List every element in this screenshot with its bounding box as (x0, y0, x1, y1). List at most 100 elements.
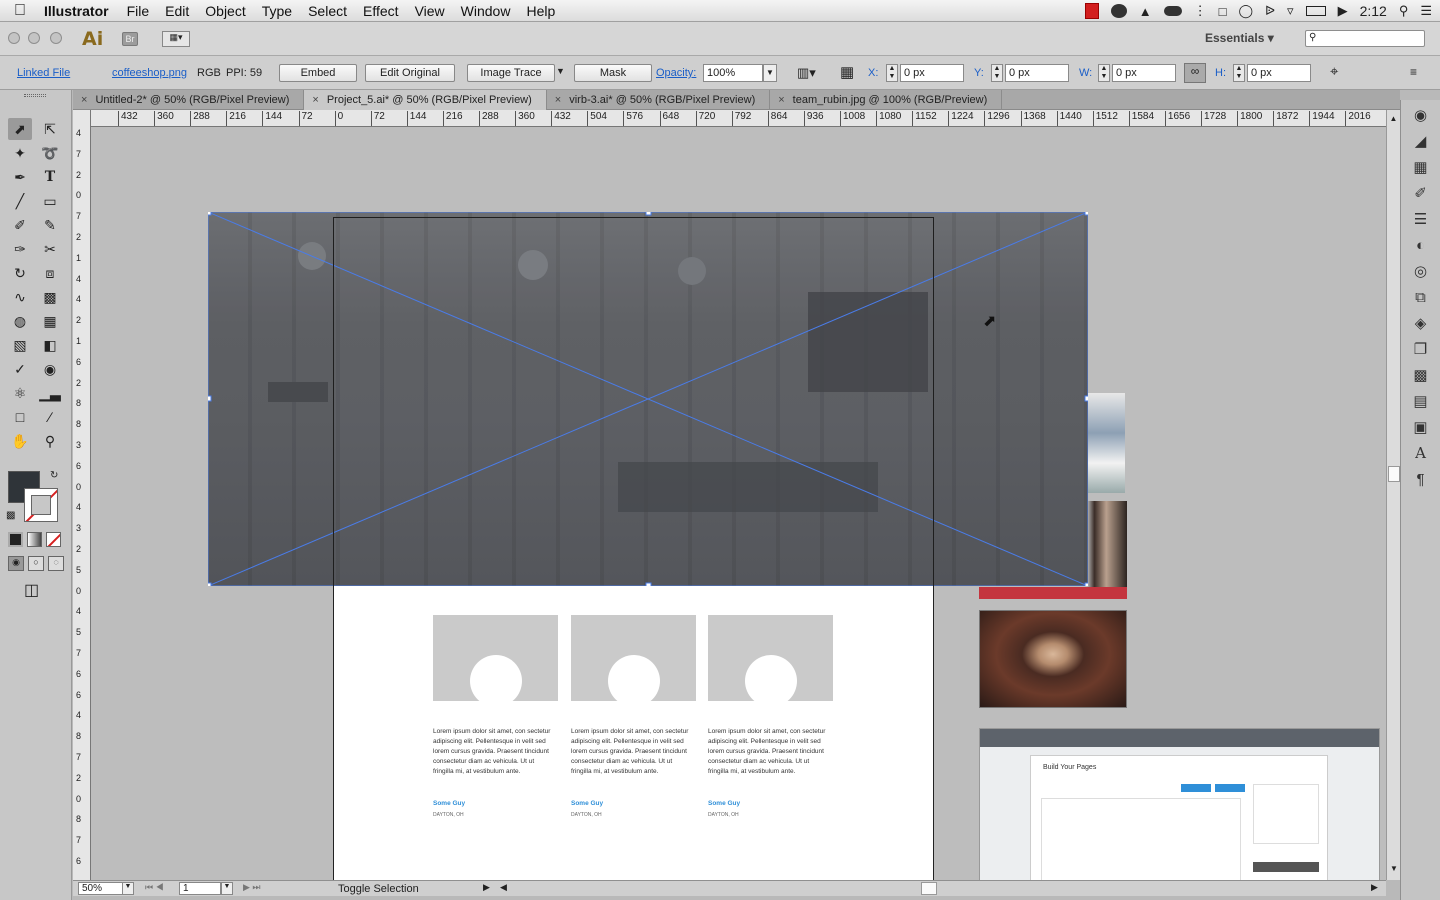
swatches-icon[interactable]: ▦ (1407, 156, 1435, 178)
app-menu[interactable]: Illustrator (40, 3, 119, 19)
flame-icon[interactable]: ▲ (1139, 4, 1152, 19)
panel-grip[interactable] (24, 94, 46, 97)
shape-builder-tool-icon[interactable]: ◍ (8, 310, 32, 332)
zoom-level-input[interactable]: 50% (78, 882, 124, 895)
menu-object[interactable]: Object (197, 3, 253, 19)
rotate-tool-icon[interactable]: ↻ (8, 262, 32, 284)
embed-button[interactable]: Embed (279, 64, 357, 82)
screen-mode-icon[interactable]: ◫ (24, 580, 39, 600)
eyedropper-tool-icon[interactable]: ✓ (8, 358, 32, 380)
artboard-tool-icon[interactable]: □ (8, 406, 32, 428)
w-input[interactable]: 0 px (1112, 64, 1176, 82)
hand-tool-icon[interactable]: ✋ (8, 430, 32, 452)
canvas-area[interactable]: Lorem ipsum dolor sit amet, con sectetur… (91, 127, 1386, 880)
tab-project-5[interactable]: × Project_5.ai* @ 50% (RGB/Pixel Preview) (304, 90, 547, 110)
card-image-placeholder[interactable] (571, 615, 696, 707)
vertical-scrollbar[interactable]: ▲ ▼ (1386, 110, 1400, 880)
menu-file[interactable]: File (119, 3, 158, 19)
spotlight-icon[interactable]: ⚲ (1399, 3, 1409, 19)
minimize-window-button[interactable] (28, 32, 40, 44)
status-menu-icon[interactable]: ▶ (483, 882, 490, 893)
direct-selection-tool-icon[interactable]: ⇱ (38, 118, 62, 140)
transform-icon[interactable]: ⌖ (1330, 63, 1338, 80)
type-tool-icon[interactable]: T (38, 166, 62, 188)
portrait-photo-image[interactable] (979, 610, 1127, 708)
close-tab-icon[interactable]: × (312, 94, 318, 106)
h-input[interactable]: 0 px (1247, 64, 1311, 82)
blend-tool-icon[interactable]: ◉ (38, 358, 62, 380)
workspace-switcher[interactable]: Essentials ▾ (1205, 31, 1274, 45)
help-search-input[interactable]: ⚲ (1305, 30, 1425, 47)
scroll-left-icon[interactable]: ◀ (500, 882, 507, 893)
paintbrush-tool-icon[interactable]: ✐ (8, 214, 32, 236)
character-icon[interactable]: A (1407, 442, 1435, 464)
color-icon[interactable]: ◢ (1407, 130, 1435, 152)
default-colors-icon[interactable]: ▩ (6, 510, 15, 521)
scale-tool-icon[interactable]: ⧈ (38, 262, 62, 284)
pen-tool-icon[interactable]: ✒ (8, 166, 32, 188)
opacity-dropdown-icon[interactable]: ▼ (763, 64, 777, 82)
bridge-button[interactable]: Br (122, 32, 138, 46)
stroke-swatch[interactable] (24, 488, 58, 522)
mesh-tool-icon[interactable]: ▧ (8, 334, 32, 356)
menu-effect[interactable]: Effect (355, 3, 407, 19)
h-stepper[interactable]: ▲ ▼ (1233, 64, 1245, 82)
notification-icon[interactable]: ☰ (1420, 3, 1432, 19)
edit-original-button[interactable]: Edit Original (365, 64, 455, 82)
color-mode-icon[interactable] (8, 532, 23, 547)
swap-colors-icon[interactable]: ↻ (50, 470, 58, 481)
gradient-icon[interactable]: ◐ (1407, 234, 1435, 256)
tab-team-rubin[interactable]: × team_rubin.jpg @ 100% (RGB/Preview) (770, 90, 1003, 110)
menu-edit[interactable]: Edit (157, 3, 197, 19)
graphic-styles-icon[interactable]: ⧉ (1407, 286, 1435, 308)
cloud-icon[interactable] (1163, 6, 1182, 16)
zoom-tool-icon[interactable]: ⚲ (38, 430, 62, 452)
close-window-button[interactable] (8, 32, 20, 44)
x-stepper[interactable]: ▲ ▼ (886, 64, 898, 82)
bluetooth-dots-icon[interactable]: ⋮ (1194, 3, 1207, 19)
pencil-tool-icon[interactable]: ✎ (38, 214, 62, 236)
tab-untitled-2[interactable]: × Untitled-2* @ 50% (RGB/Pixel Preview) (73, 90, 305, 110)
layers-icon[interactable]: ◈ (1407, 312, 1435, 334)
paragraph-icon[interactable]: ¶ (1407, 468, 1435, 490)
pathfinder-icon[interactable]: ▣ (1407, 416, 1435, 438)
scroll-right-icon[interactable]: ▶ (1371, 882, 1378, 893)
scroll-thumb[interactable] (1388, 466, 1400, 482)
opacity-label[interactable]: Opacity: (656, 67, 696, 79)
warp-tool-icon[interactable]: ∿ (8, 286, 32, 308)
scroll-up-icon[interactable]: ▲ (1387, 114, 1400, 123)
scissors-tool-icon[interactable]: ✂ (38, 238, 62, 260)
horizontal-ruler[interactable]: 432 360 288 216 144 72 0 72 144 216 288 360 432 504 57… (91, 110, 1386, 127)
zoom-window-button[interactable] (50, 32, 62, 44)
free-transform-tool-icon[interactable]: ▩ (38, 286, 62, 308)
lasso-tool-icon[interactable]: ➰ (38, 142, 62, 164)
draw-normal-icon[interactable]: ◉ (8, 556, 24, 571)
airplay-icon[interactable]: □ (1219, 4, 1227, 19)
status-message[interactable]: Toggle Selection (338, 883, 419, 895)
horizontal-scroll-thumb[interactable] (921, 882, 937, 895)
draw-behind-icon[interactable]: ○ (28, 556, 44, 571)
menu-window[interactable]: Window (453, 3, 519, 19)
w-stepper[interactable]: ▲ ▼ (1098, 64, 1110, 82)
scroll-down-icon[interactable]: ▼ (1387, 864, 1401, 873)
brushes-icon[interactable]: ✐ (1407, 182, 1435, 204)
menu-view[interactable]: View (407, 3, 453, 19)
column-graph-tool-icon[interactable]: ▁▃ (38, 382, 62, 404)
menu-select[interactable]: Select (300, 3, 355, 19)
vertical-ruler[interactable]: 4 7 2 0 7 2 1 4 4 2 1 6 2 8 8 3 6 0 4 3 2 5 0 4 5 7 6 6 4 8 7 2 0 8 7 6 (73, 110, 91, 880)
tab-virb-3[interactable]: × virb-3.ai* @ 50% (RGB/Pixel Preview) (547, 90, 771, 110)
close-tab-icon[interactable]: × (555, 94, 561, 106)
artboard-dropdown-icon[interactable]: ▼ (221, 882, 233, 895)
zoom-dropdown-icon[interactable]: ▼ (122, 882, 134, 895)
magic-wand-tool-icon[interactable]: ✦ (8, 142, 32, 164)
close-tab-icon[interactable]: × (81, 94, 87, 106)
panel-menu-icon[interactable]: ≡ (1410, 65, 1417, 79)
selection-tool-icon[interactable]: ⬈ (8, 118, 32, 140)
card-image-placeholder[interactable] (708, 615, 833, 707)
gradient-tool-icon[interactable]: ◧ (38, 334, 62, 356)
card-image-placeholder[interactable] (433, 615, 558, 707)
slice-tool-icon[interactable]: ∕ (38, 406, 62, 428)
line-tool-icon[interactable]: ╱ (8, 190, 32, 212)
close-tab-icon[interactable]: × (778, 94, 784, 106)
creative-cloud-icon[interactable] (1110, 4, 1127, 18)
